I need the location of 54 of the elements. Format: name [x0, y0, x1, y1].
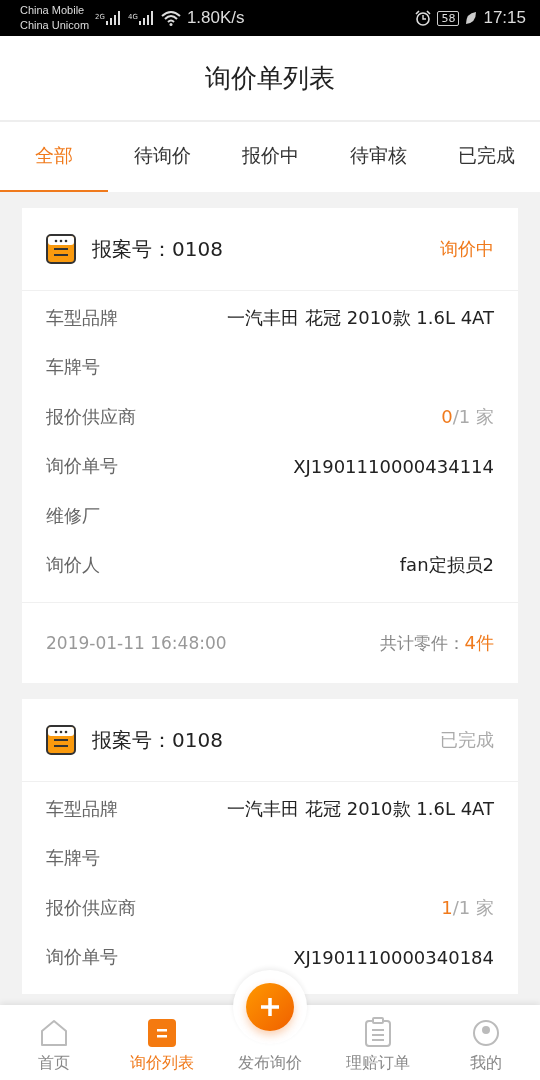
- home-icon: [40, 1019, 68, 1047]
- nav-item[interactable]: 首页: [0, 1005, 108, 1080]
- field-label: 报价供应商: [46, 404, 136, 429]
- nav-item[interactable]: 我的: [432, 1005, 540, 1080]
- parts-label: 共计零件：: [379, 631, 465, 655]
- status-label: 询价中: [440, 237, 494, 261]
- inquiry-card[interactable]: 报案号：0108 询价中 车型品牌 一汽丰田 花冠 2010款 1.6L 4AT 车牌号 报价供应商 0/1 家 询价单号 XJ1901110000434114 维修厂 询价人 fan定损员2 2019-01-11 16:48:00 共计零件：4件: [22, 208, 518, 683]
- field-label: 车牌号: [46, 355, 100, 380]
- field-value: 一汽丰田 花冠 2010款 1.6L 4AT: [227, 796, 494, 821]
- filter-tab[interactable]: 已完成: [432, 122, 540, 192]
- supplier-total: /1 家: [452, 405, 494, 427]
- signal-icon: [106, 11, 122, 25]
- plus-icon: [260, 997, 280, 1017]
- carrier-name: China Unicom: [20, 18, 90, 33]
- clock: 17:15: [483, 8, 526, 28]
- inquiry-card[interactable]: 报案号：0108 已完成 车型品牌 一汽丰田 花冠 2010款 1.6L 4AT 车牌号 报价供应商 1/1 家 询价单号 XJ1901110000340184: [22, 699, 518, 994]
- leaf-icon: [465, 11, 478, 25]
- field-value: XJ1901110000434114: [293, 455, 494, 477]
- quoted-count: 1: [441, 896, 453, 918]
- filter-tab[interactable]: 待询价: [108, 122, 216, 192]
- supplier-total: /1 家: [452, 896, 494, 918]
- case-number: 报案号：0108: [92, 235, 224, 263]
- field-label: 询价人: [46, 553, 100, 578]
- wifi-icon: [160, 10, 181, 26]
- field-label: 车牌号: [46, 846, 100, 871]
- page-title: 询价单列表: [205, 61, 335, 95]
- field-value: XJ1901110000340184: [293, 946, 494, 968]
- field-value: fan定损员2: [399, 553, 494, 578]
- battery-level: 58: [437, 10, 460, 26]
- field-label: 维修厂: [46, 503, 100, 528]
- document-icon: [46, 725, 76, 755]
- clipboard-icon: [364, 1017, 392, 1047]
- timestamp: 2019-01-11 16:48:00: [46, 633, 227, 653]
- case-number: 报案号：0108: [92, 726, 224, 754]
- alarm-icon: [415, 10, 432, 26]
- status-label: 已完成: [440, 728, 494, 752]
- quoted-count: 0: [441, 405, 453, 427]
- nav-item[interactable]: 理赔订单: [324, 1005, 432, 1080]
- carrier-name: China Mobile: [20, 3, 86, 18]
- nav-item[interactable]: 发布询价: [216, 1050, 324, 1080]
- filter-tab[interactable]: 报价中: [216, 122, 324, 192]
- field-label: 询价单号: [46, 945, 118, 970]
- document-icon: [46, 234, 76, 264]
- field-label: 报价供应商: [46, 895, 136, 920]
- field-label: 询价单号: [46, 454, 118, 479]
- list-icon: [148, 1019, 176, 1047]
- field-label: 车型品牌: [46, 305, 118, 330]
- field-label: 车型品牌: [46, 796, 118, 821]
- field-value: 一汽丰田 花冠 2010款 1.6L 4AT: [227, 305, 494, 330]
- parts-count: 4件: [464, 631, 494, 655]
- signal-icon: [138, 11, 155, 25]
- network-speed: 1.80K/s: [186, 8, 245, 28]
- add-button[interactable]: [233, 970, 307, 1044]
- filter-tab[interactable]: 待审核: [324, 122, 432, 192]
